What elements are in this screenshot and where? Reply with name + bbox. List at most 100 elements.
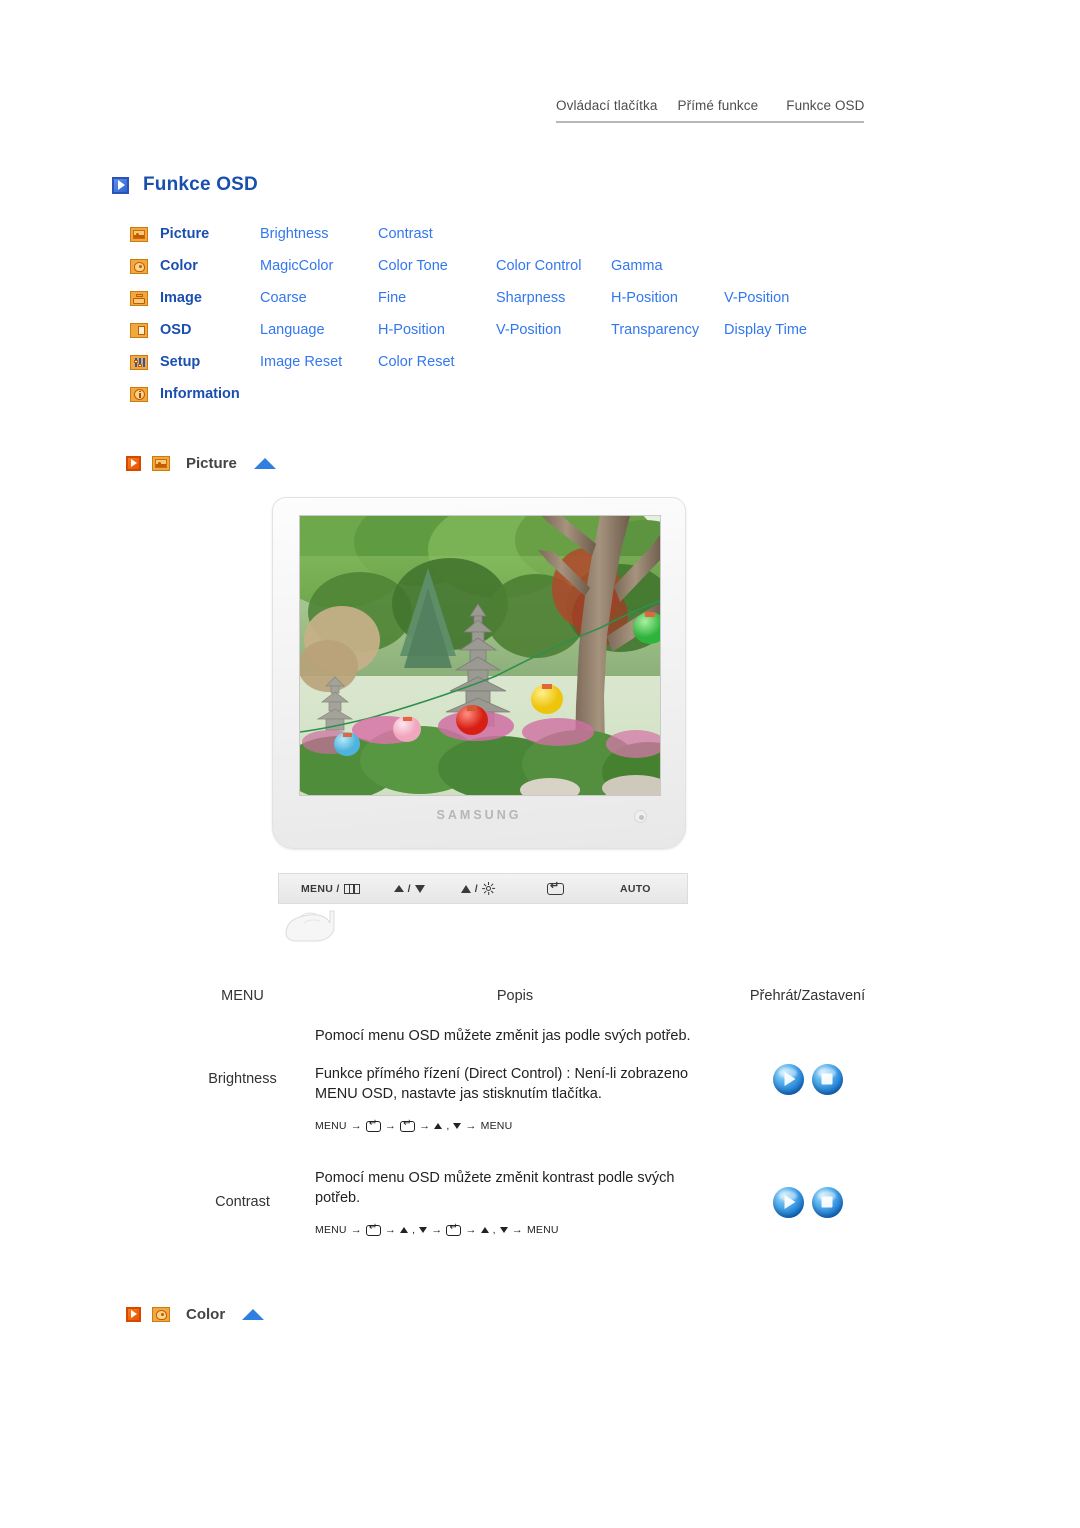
matrix-item-magiccolor[interactable]: MagicColor (260, 258, 378, 274)
seq-arrow: → (465, 1120, 477, 1132)
menu-button[interactable]: MENU / (301, 883, 360, 895)
triangle-up-icon (434, 1123, 443, 1129)
triangle-up-icon (460, 884, 471, 893)
color-icon (130, 258, 148, 274)
scroll-top-arrow-icon[interactable] (253, 458, 276, 469)
seq-arrow: → (384, 1120, 397, 1132)
seq-arrow: → (350, 1224, 362, 1236)
color-icon (152, 1307, 170, 1322)
play-button[interactable] (772, 1186, 804, 1218)
breadcrumb-item-control-buttons[interactable]: Ovládací tlačítka (556, 98, 658, 113)
section-label-color: Color (186, 1306, 226, 1323)
matrix-item-gamma[interactable]: Gamma (611, 258, 724, 274)
matrix-item-h-position[interactable]: H-Position (611, 290, 724, 306)
breadcrumb: Ovládací tlačítka Přímé funkce Funkce OS… (556, 98, 864, 123)
matrix-row-information: Information (130, 378, 837, 410)
seq-arrow: → (384, 1224, 397, 1236)
matrix-item-sharpness[interactable]: Sharpness (496, 290, 611, 306)
matrix-item-transparency[interactable]: Transparency (611, 322, 724, 338)
matrix-category-label: Picture (160, 226, 210, 242)
page-title: Funkce OSD (112, 174, 258, 196)
play-square-orange-icon (126, 456, 141, 471)
seq-arrow: → (465, 1224, 477, 1236)
seq-arrow: → (419, 1120, 431, 1132)
scroll-top-arrow-icon[interactable] (242, 1309, 265, 1320)
picture-icon (152, 456, 170, 471)
seq-arrow: → (350, 1120, 362, 1132)
row-key-sequence: MENU → → → , → MENU (315, 1118, 715, 1133)
matrix-item-v-position[interactable]: V-Position (724, 290, 837, 306)
down-button[interactable]: / (393, 882, 425, 895)
monitor-screen (299, 515, 661, 796)
seq-menu: MENU (480, 1120, 513, 1132)
matrix-row-osd: OSD Language H-Position V-Position Trans… (130, 314, 837, 346)
matrix-item-v-position[interactable]: V-Position (496, 322, 611, 338)
page-title-label: Funkce OSD (143, 174, 258, 195)
seq-comma: , (492, 1224, 496, 1236)
matrix-item-image-reset[interactable]: Image Reset (260, 354, 378, 370)
picture-icon (130, 226, 148, 242)
monitor-button-bar: MENU / / / ↵ AUTO (278, 873, 688, 904)
matrix-category-label: OSD (160, 322, 192, 338)
row-description: Pomocí menu OSD můžete změnit kontrast p… (315, 1168, 715, 1236)
brightness-sun-icon (482, 882, 496, 895)
description-table: MENU Popis Přehrát/Zastavení Brightness … (170, 988, 900, 1236)
matrix-category-information[interactable]: Information (130, 386, 260, 402)
seq-arrow: → (431, 1224, 443, 1236)
matrix-item-color-tone[interactable]: Color Tone (378, 258, 496, 274)
matrix-item-fine[interactable]: Fine (378, 290, 496, 306)
triangle-down-icon (414, 884, 425, 893)
slash-separator: / (474, 882, 478, 895)
matrix-item-display-time[interactable]: Display Time (724, 322, 837, 338)
row-description-line2: Funkce přímého řízení (Direct Control) :… (315, 1066, 689, 1102)
matrix-item-color-reset[interactable]: Color Reset (378, 354, 496, 370)
garden-scene-image (300, 516, 660, 795)
row-description: Pomocí menu OSD můžete změnit jas podle … (315, 1026, 715, 1132)
auto-button-label: AUTO (620, 882, 651, 895)
row-controls (715, 1026, 900, 1132)
matrix-row-setup: Setup Image Reset Color Reset (130, 346, 837, 378)
enter-button[interactable] (547, 880, 564, 895)
matrix-item-language[interactable]: Language (260, 322, 378, 338)
matrix-item-coarse[interactable]: Coarse (260, 290, 378, 306)
triangle-up-icon (480, 1227, 489, 1233)
section-header-color: Color (126, 1306, 265, 1323)
slash-separator: / (407, 882, 411, 895)
table-row: Contrast Pomocí menu OSD můžete změnit k… (170, 1168, 900, 1236)
seq-menu: MENU (315, 1120, 347, 1132)
breadcrumb-item-osd-functions[interactable]: Funkce OSD (786, 98, 864, 113)
matrix-category-label: Information (160, 386, 240, 402)
monitor-illustration: SAMSUNG (272, 497, 686, 849)
triangle-up-icon (400, 1227, 409, 1233)
matrix-category-setup[interactable]: Setup (130, 354, 260, 370)
power-led-icon (634, 810, 647, 823)
matrix-item-contrast[interactable]: Contrast (378, 226, 496, 242)
matrix-item-color-control[interactable]: Color Control (496, 258, 611, 274)
auto-button[interactable]: AUTO (620, 883, 651, 895)
triangle-down-icon (499, 1227, 508, 1233)
matrix-category-color[interactable]: Color (130, 258, 260, 274)
enter-icon (365, 1222, 381, 1236)
matrix-item-brightness[interactable]: Brightness (260, 226, 378, 242)
play-button[interactable] (772, 1063, 804, 1095)
stop-button[interactable] (811, 1063, 843, 1095)
monitor-brand-label: SAMSUNG (436, 808, 522, 822)
stop-button[interactable] (811, 1186, 843, 1218)
seq-menu: MENU (526, 1224, 559, 1236)
up-brightness-button[interactable]: / (460, 882, 496, 895)
matrix-category-picture[interactable]: Picture (130, 226, 260, 242)
row-menu-label: Contrast (215, 1194, 270, 1210)
seq-arrow: → (511, 1224, 523, 1236)
row-description-line1: Pomocí menu OSD můžete změnit kontrast p… (315, 1170, 675, 1206)
matrix-item-h-position[interactable]: H-Position (378, 322, 496, 338)
enter-icon (365, 1118, 381, 1132)
breadcrumb-item-direct-functions[interactable]: Přímé funkce (678, 98, 759, 113)
matrix-category-image[interactable]: Image (130, 290, 260, 306)
triangle-down-icon (453, 1123, 462, 1129)
osd-menu-matrix: Picture Brightness Contrast Color MagicC… (130, 218, 837, 410)
row-description-line1: Pomocí menu OSD můžete změnit jas podle … (315, 1028, 691, 1044)
matrix-category-label: Setup (160, 354, 201, 370)
matrix-category-osd[interactable]: OSD (130, 322, 260, 338)
table-row: Brightness Pomocí menu OSD můžete změnit… (170, 1026, 900, 1132)
matrix-row-image: Image Coarse Fine Sharpness H-Position V… (130, 282, 837, 314)
